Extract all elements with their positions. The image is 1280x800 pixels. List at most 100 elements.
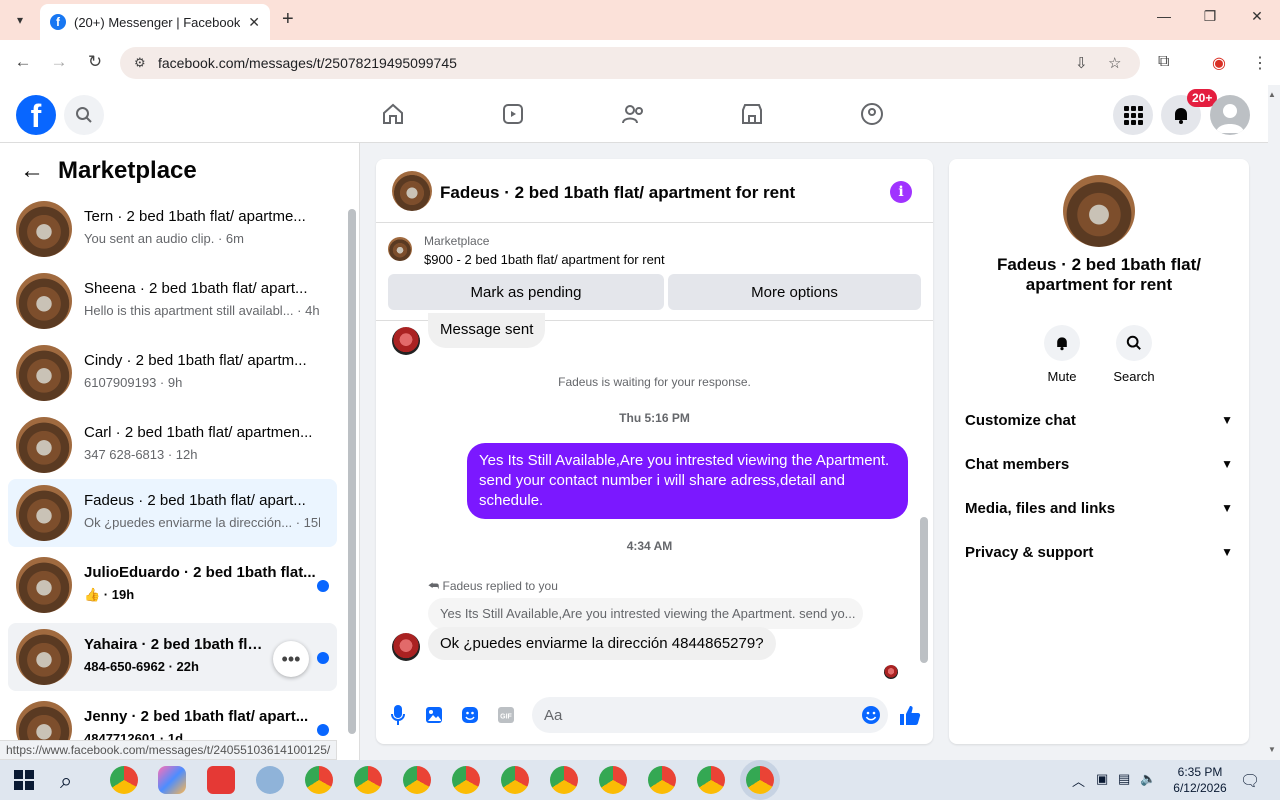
restore-icon[interactable]: ❐ [1198,8,1222,25]
conversation-item[interactable]: Cindy · 2 bed 1bath flat/ apartm... 6107… [8,339,337,407]
friends-icon[interactable] [620,101,646,127]
notification-center-icon[interactable]: 🗨 [1240,771,1260,791]
chrome-profile-icon[interactable] [599,766,627,794]
copilot-app-icon[interactable] [158,766,186,794]
page-scroll-up-icon[interactable]: ▲ [1268,90,1276,99]
listing-thumbnail [16,273,72,329]
chrome-profile-icon[interactable] [501,766,529,794]
video-icon[interactable] [500,101,526,127]
gif-icon[interactable]: GIF [494,703,518,727]
tray-device-icon[interactable]: ▣ [1096,771,1108,787]
chrome-app-icon[interactable] [110,766,138,794]
listing-thumbnail [16,417,72,473]
app-icon[interactable] [256,766,284,794]
conversation-item-active[interactable]: Fadeus · 2 bed 1bath flat/ apart... Ok ¿… [8,479,337,547]
back-arrow-icon[interactable]: ← [20,157,44,185]
listing-thumbnail[interactable] [388,237,412,261]
chat-scrollbar[interactable] [920,517,928,663]
facebook-logo-icon[interactable]: f [16,95,56,135]
chrome-profile-icon[interactable] [452,766,480,794]
waiting-notice: Fadeus is waiting for your response. [558,375,751,389]
mute-button[interactable]: Mute [1032,325,1092,384]
reload-icon[interactable]: ↻ [83,52,107,72]
install-app-icon[interactable]: ⇩ [1075,54,1088,72]
info-icon[interactable]: i [890,181,912,203]
sticker-icon[interactable] [458,703,482,727]
mark-pending-button[interactable]: Mark as pending [388,274,664,310]
unread-dot [317,580,329,592]
chevron-down-icon: ▼ [1221,545,1233,559]
chrome-profile-icon[interactable] [697,766,725,794]
marketplace-listing-box: Marketplace $900 - 2 bed 1bath flat/ apa… [376,223,933,321]
bookmark-star-icon[interactable]: ☆ [1108,54,1121,72]
thumbs-up-icon[interactable] [898,703,922,727]
chrome-profile-icon[interactable] [354,766,382,794]
listing-price-title[interactable]: $900 - 2 bed 1bath flat/ apartment for r… [424,252,665,267]
chrome-profile-icon[interactable] [403,766,431,794]
search-conversation-button[interactable]: Search [1104,325,1164,384]
conversation-item[interactable]: Yahaira · 2 bed 1bath flat/ ap... 484-65… [8,623,337,691]
sender-avatar [392,327,420,355]
volume-icon[interactable]: 🔈 [1140,771,1156,787]
privacy-support-row[interactable]: Privacy & support ▼ [965,532,1233,572]
marketplace-icon[interactable] [739,101,765,127]
conversation-item[interactable]: JulioEduardo · 2 bed 1bath flat... 👍 · 1… [8,551,337,619]
account-avatar[interactable] [1210,95,1250,135]
emoji-icon[interactable] [859,703,883,727]
message-input[interactable] [532,697,888,733]
chrome-profile-icon[interactable] [550,766,578,794]
tab-search-icon[interactable]: ▾ [8,9,32,31]
close-window-icon[interactable]: ✕ [1245,8,1269,25]
tab-close-icon[interactable]: ✕ [248,14,260,31]
media-files-row[interactable]: Media, files and links ▼ [965,488,1233,528]
new-tab-icon[interactable]: + [282,9,294,29]
network-icon[interactable]: ▤ [1118,771,1130,787]
taskbar-search-icon[interactable]: ⌕ [60,768,72,794]
windows-start-icon[interactable] [14,770,34,790]
address-bar[interactable]: ⚙ facebook.com/messages/t/25078219495099… [120,47,1140,79]
microphone-icon[interactable] [386,703,410,727]
left-scrollbar[interactable] [348,209,356,734]
media-app-icon[interactable] [207,766,235,794]
timestamp: Thu 5:16 PM [619,411,690,425]
url-text: facebook.com/messages/t/2507821949509974… [158,55,457,71]
chat-members-row[interactable]: Chat members ▼ [965,444,1233,484]
chrome-app-icon[interactable] [305,766,333,794]
page-scroll-down-icon[interactable]: ▼ [1268,745,1276,754]
listing-thumbnail [16,201,72,257]
chevron-down-icon: ▼ [1221,501,1233,515]
timestamp: 4:34 AM [626,539,673,553]
status-url: https://www.facebook.com/messages/t/2405… [0,740,338,760]
replied-note: ⮪ Fadeus replied to you [428,579,558,594]
taskbar-clock[interactable]: 6:35 PM 6/12/2026 [1160,764,1240,796]
profile-icon[interactable]: ◉ [1212,53,1226,73]
chat-header: Fadeus · 2 bed 1bath flat/ apartment for… [376,159,933,223]
site-info-icon[interactable]: ⚙ [134,55,146,71]
back-icon[interactable]: ← [11,52,35,72]
photo-icon[interactable] [422,703,446,727]
info-avatar[interactable] [1063,175,1135,247]
chrome-profile-icon[interactable] [648,766,676,794]
customize-chat-row[interactable]: Customize chat ▼ [965,400,1233,440]
conversation-item[interactable]: Sheena · 2 bed 1bath flat/ apart... Hell… [8,267,337,335]
chat-title[interactable]: Fadeus · 2 bed 1bath flat/ apartment for… [440,183,795,203]
more-options-button[interactable]: More options [668,274,921,310]
conversation-preview: 347 628-6813 · 12h [84,447,198,462]
extensions-icon[interactable]: ⧉ [1158,53,1169,71]
menu-dots-icon[interactable]: ⋮ [1252,53,1268,73]
tray-chevron-icon[interactable]: ︿ [1072,771,1085,790]
home-icon[interactable] [380,101,406,127]
more-options-icon[interactable]: ••• [273,641,309,677]
forward-icon[interactable]: → [47,52,71,72]
message-bubble-in: Message sent [428,313,546,348]
chrome-active-icon[interactable] [746,766,774,794]
chat-avatar[interactable] [392,171,432,211]
conversation-item[interactable]: Carl · 2 bed 1bath flat/ apartmen... 347… [8,411,337,479]
conversation-item[interactable]: Tern · 2 bed 1bath flat/ apartme... You … [8,195,337,263]
minimize-icon[interactable]: — [1152,8,1176,24]
browser-tab[interactable]: f (20+) Messenger | Facebook ✕ [40,4,270,40]
quoted-message[interactable]: Yes Its Still Available,Are you intreste… [428,598,863,629]
menu-grid-icon[interactable] [1113,95,1153,135]
groups-icon[interactable] [859,101,885,127]
search-icon[interactable] [64,95,104,135]
